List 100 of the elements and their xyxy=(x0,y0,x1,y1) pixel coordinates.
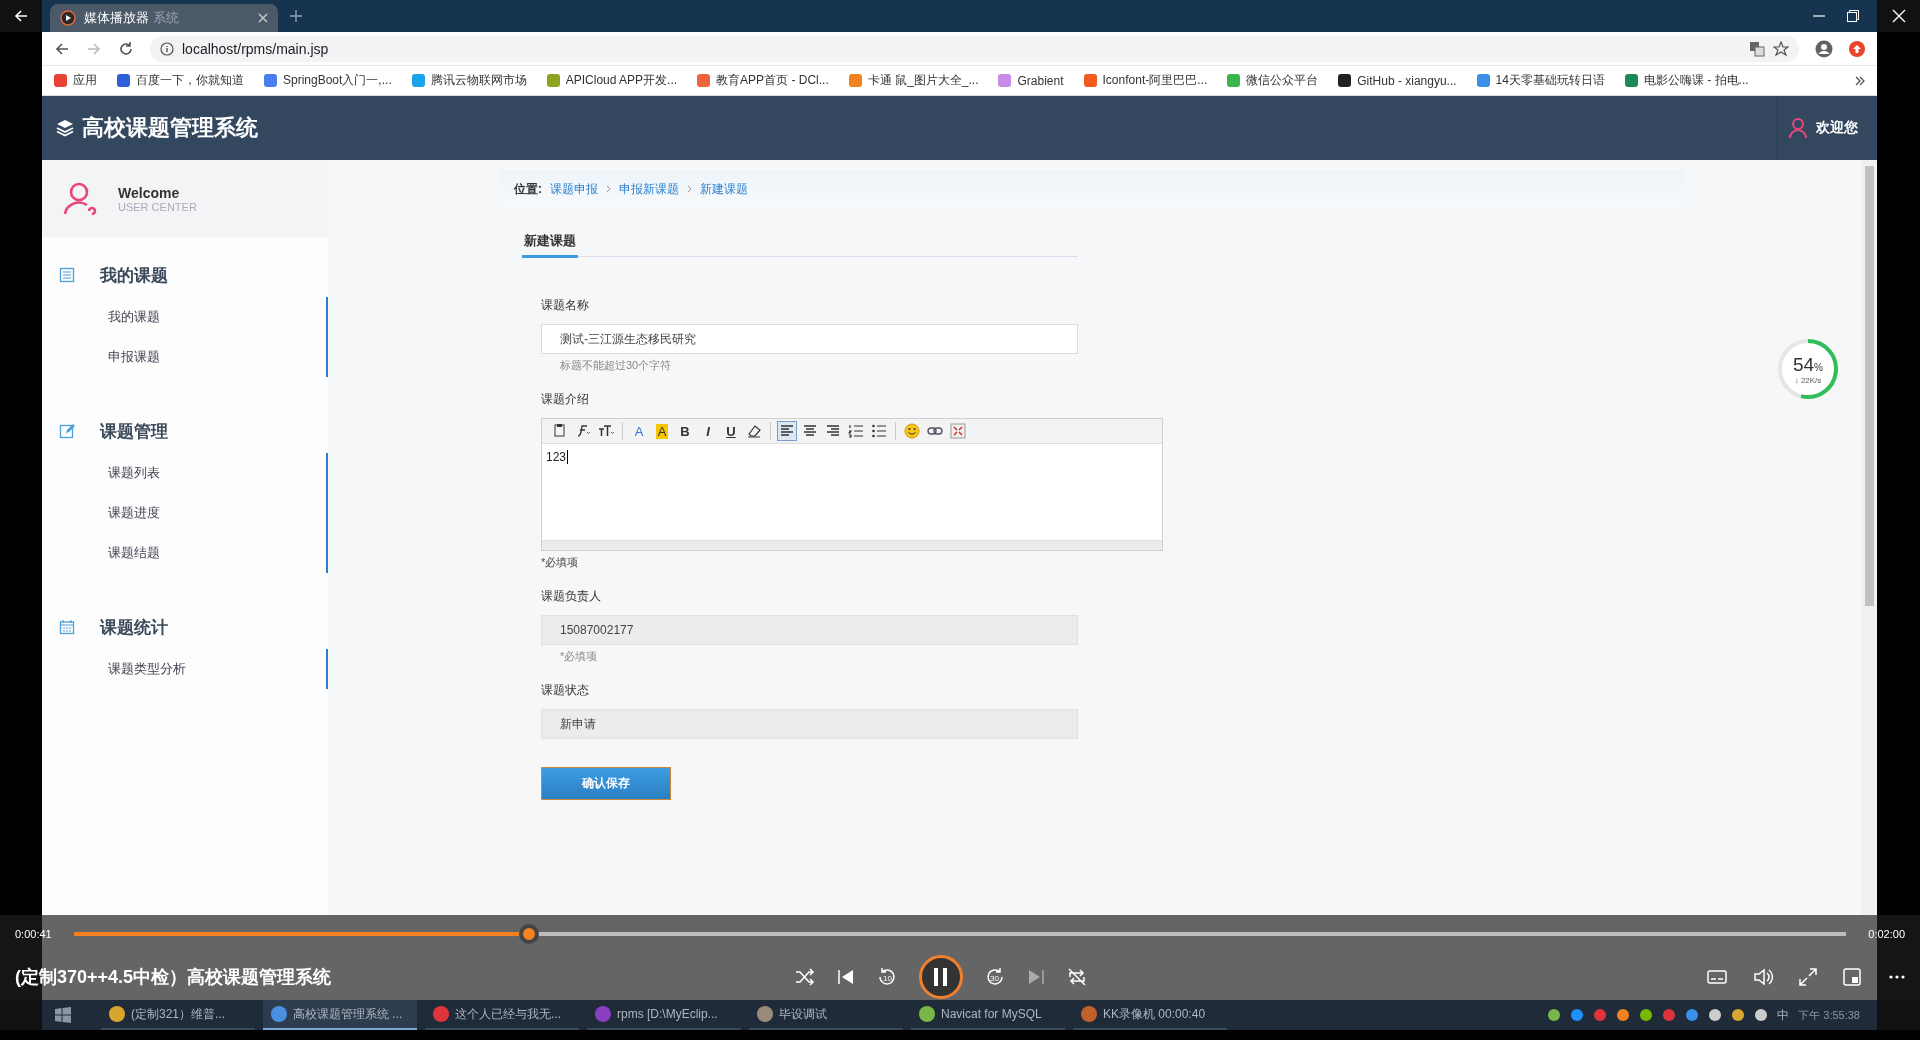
breadcrumb-link[interactable]: 新建课题 xyxy=(700,180,748,198)
nav-link[interactable]: 课题进度 xyxy=(108,504,160,522)
save-button[interactable]: 确认保存 xyxy=(541,767,671,800)
tray-icon[interactable] xyxy=(1547,1008,1562,1022)
account-icon[interactable] xyxy=(1815,39,1833,58)
nav-link[interactable]: 课题类型分析 xyxy=(108,660,186,678)
smiley-icon[interactable] xyxy=(902,421,922,441)
field-label: 课题状态 xyxy=(541,682,590,699)
translate-icon[interactable] xyxy=(1749,40,1765,57)
bookmark[interactable]: APICloud APP开发... xyxy=(546,72,678,89)
user-icon xyxy=(62,180,98,217)
restore-icon[interactable] xyxy=(1847,10,1859,22)
required-note: *必填项 xyxy=(541,555,580,570)
field-label: 课题介绍 xyxy=(541,391,590,408)
section-tab[interactable]: 新建课题 xyxy=(522,228,578,258)
text-field[interactable]: 测试-三江源生态移民研究 xyxy=(541,324,1078,354)
reload-icon[interactable] xyxy=(118,40,134,57)
bookmark[interactable]: 腾讯云物联网市场 xyxy=(411,72,527,89)
update-icon[interactable] xyxy=(1849,40,1865,57)
tray-icon[interactable] xyxy=(1708,1008,1723,1022)
fullscreen-icon[interactable] xyxy=(948,421,968,441)
font-color-button[interactable]: A xyxy=(629,421,649,441)
field-label: 课题负责人 xyxy=(541,588,602,605)
bookmark[interactable]: 教育APP首页 - DCl... xyxy=(697,72,829,89)
shuffle-icon[interactable] xyxy=(795,967,815,986)
plus-icon[interactable] xyxy=(290,10,302,22)
taskbar-item[interactable]: 毕设调试 xyxy=(749,1000,903,1030)
user-greeting[interactable]: 欢迎您 xyxy=(1816,119,1858,137)
bookmark[interactable]: 卡通 鼠_图片大全_... xyxy=(848,72,979,89)
tray-icon[interactable] xyxy=(1731,1008,1746,1022)
window-title: 媒体播放器 xyxy=(84,9,149,27)
nav-link[interactable]: 我的课题 xyxy=(108,308,160,326)
video-title: (定制370++4.5中检）高校课题管理系统 xyxy=(15,965,333,989)
taskbar-item[interactable]: (定制321）维普... xyxy=(101,1000,255,1030)
total-time: 0:02:00 xyxy=(1868,928,1905,940)
elapsed-time: 0:00:41 xyxy=(15,928,52,940)
bookmark[interactable]: GitHub - xiangyu... xyxy=(1338,73,1457,88)
percent-text: 54% xyxy=(1792,353,1823,376)
subtitles-icon[interactable] xyxy=(1707,968,1727,985)
breadcrumb-link[interactable]: 课题申报 xyxy=(550,180,598,198)
fullscreen-icon[interactable] xyxy=(1799,967,1817,986)
app-title: 高校课题管理系统 xyxy=(82,114,258,142)
bookmark[interactable]: Grabient xyxy=(998,73,1064,88)
mini-player-icon[interactable] xyxy=(1843,967,1863,986)
speed-text: ↓ 22K/s xyxy=(1794,375,1822,385)
seek-handle[interactable] xyxy=(519,924,540,944)
scrollbar-thumb[interactable] xyxy=(1864,166,1874,606)
next-icon[interactable] xyxy=(1027,967,1045,986)
bookmark[interactable]: 电影公嗨课 - 拍电... xyxy=(1624,72,1749,89)
field-hint: 标题不能超过30个字符 xyxy=(559,358,673,373)
taskbar-item[interactable]: KK录像机 00:00:40 xyxy=(1073,1000,1227,1030)
rich-text-editor[interactable]: A A B I U 123 xyxy=(541,418,1163,551)
nav-section-title: 我的课题 xyxy=(100,264,168,287)
nav-link[interactable]: 课题结题 xyxy=(108,544,160,562)
bookmark[interactable]: SpringBoot入门一,... xyxy=(264,72,392,89)
info-icon xyxy=(160,41,174,56)
nav-link[interactable]: 课题列表 xyxy=(108,464,160,482)
align-left-icon[interactable] xyxy=(777,421,797,441)
bookmark[interactable]: 14天零基础玩转日语 xyxy=(1476,72,1605,89)
back-icon[interactable] xyxy=(54,40,70,57)
clock-text: 下午 3:55:38 xyxy=(1798,1007,1860,1023)
bookmark[interactable]: 微信公众平台 xyxy=(1227,72,1319,89)
pause-icon xyxy=(934,967,948,986)
layers-icon xyxy=(56,119,74,137)
more-icon[interactable] xyxy=(1889,974,1905,979)
taskbar-item[interactable]: rpms [D:\MyEclip... xyxy=(587,1000,741,1030)
taskbar-item[interactable]: Navicat for MySQL xyxy=(911,1000,1065,1030)
chevron-icon[interactable] xyxy=(1855,75,1865,86)
field-label: 课题名称 xyxy=(541,297,590,314)
nav-section-title: 课题管理 xyxy=(100,420,168,443)
address-bar[interactable]: localhost/rpms/main.jsp xyxy=(150,35,1799,62)
bookmark[interactable]: 应用 xyxy=(54,72,97,89)
underline-button[interactable]: U xyxy=(721,421,741,441)
nav-list-icon xyxy=(59,267,75,283)
tray-icon[interactable] xyxy=(1570,1008,1585,1022)
input-method-indicator[interactable]: 中 xyxy=(1777,1006,1790,1024)
tray-icon[interactable] xyxy=(1639,1008,1654,1022)
user-center-text: USER CENTER xyxy=(118,200,197,213)
tray-icon[interactable] xyxy=(1616,1008,1631,1022)
bookmark[interactable]: Iconfont-阿里巴巴... xyxy=(1083,72,1208,89)
star-icon[interactable] xyxy=(1773,40,1789,57)
taskbar-item[interactable]: 高校课题管理系统 ... xyxy=(263,1000,417,1030)
windows-icon[interactable] xyxy=(55,1007,71,1023)
italic-button[interactable]: I xyxy=(698,421,718,441)
chevron-icon xyxy=(687,185,692,193)
back-icon[interactable] xyxy=(13,8,29,24)
user-icon xyxy=(1788,117,1810,139)
bold-button[interactable]: B xyxy=(675,421,695,441)
volume-icon[interactable] xyxy=(1753,967,1773,986)
pause-button[interactable] xyxy=(919,954,963,999)
tray-icon[interactable] xyxy=(1685,1008,1700,1022)
breadcrumb-link[interactable]: 申报新课题 xyxy=(619,180,679,198)
bookmark[interactable]: 百度一下，你就知道 xyxy=(117,72,244,89)
nav-section-title: 课题统计 xyxy=(100,616,168,639)
taskbar-item[interactable]: 这个人已经与我无... xyxy=(425,1000,579,1030)
nav-link[interactable]: 申报课题 xyxy=(108,348,160,366)
repeat-off-icon[interactable] xyxy=(1067,967,1087,986)
tray-icon[interactable] xyxy=(1754,1008,1769,1022)
play-logo-icon xyxy=(60,10,76,26)
previous-icon[interactable] xyxy=(837,967,855,986)
